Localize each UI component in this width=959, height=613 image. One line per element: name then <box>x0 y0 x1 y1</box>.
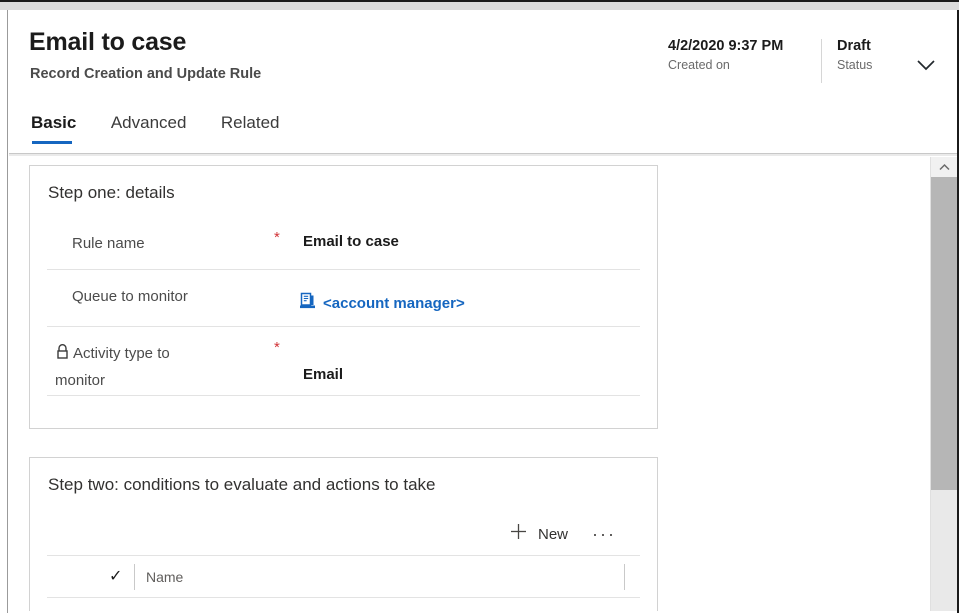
more-icon[interactable]: ··· <box>586 517 622 551</box>
form-tab-list: Basic Advanced Related <box>31 113 310 149</box>
field-label-rule-name: Rule name <box>72 235 145 252</box>
lock-icon <box>55 343 70 368</box>
header-created-on: 4/2/2020 9:37 PM Created on <box>668 36 783 75</box>
app-window: Email to case Record Creation and Update… <box>0 0 959 613</box>
scrollbar-thumb[interactable] <box>931 177 957 490</box>
grid-column-header-name[interactable]: Name <box>146 568 183 587</box>
window-left-border <box>0 10 8 613</box>
chevron-down-icon[interactable] <box>909 50 943 80</box>
grid-column-separator <box>134 564 135 590</box>
field-row-rule-name: Rule name * Email to case <box>47 217 640 270</box>
new-button[interactable]: New <box>501 517 576 551</box>
status-label: Status <box>837 58 873 72</box>
page-title: Email to case <box>29 28 187 56</box>
plus-icon <box>509 522 528 546</box>
page-subtitle: Record Creation and Update Rule <box>30 66 262 82</box>
field-label-activity-type: Activity type to monitor <box>55 341 215 393</box>
field-row-queue-to-monitor: Queue to monitor <account manager> <box>47 270 640 327</box>
grid-command-bar: New ··· <box>47 513 640 555</box>
header-divider <box>821 39 822 83</box>
field-label-queue-to-monitor: Queue to monitor <box>72 288 188 305</box>
field-row-activity-type: Activity type to monitor * Email <box>47 327 640 396</box>
card-step-one: Step one: details Rule name * Email to c… <box>29 165 658 429</box>
tab-advanced[interactable]: Advanced <box>111 113 187 140</box>
field-value-queue-to-monitor[interactable]: <account manager> <box>299 292 465 315</box>
form-header: Email to case Record Creation and Update… <box>9 10 957 154</box>
grid-header-row: ✓ Name <box>47 555 640 598</box>
vertical-scrollbar[interactable] <box>930 157 957 611</box>
card-step-one-title: Step one: details <box>48 183 175 202</box>
tab-basic[interactable]: Basic <box>31 113 76 144</box>
created-on-value: 4/2/2020 9:37 PM <box>668 38 784 54</box>
queue-lookup-link[interactable]: <account manager> <box>323 295 465 312</box>
checkmark-icon[interactable]: ✓ <box>109 568 122 586</box>
tab-related[interactable]: Related <box>221 113 280 140</box>
new-button-label: New <box>537 525 568 543</box>
chevron-up-icon[interactable] <box>931 157 957 177</box>
field-label-activity-type-text: Activity type to monitor <box>55 345 170 389</box>
card-step-two: Step two: conditions to evaluate and act… <box>29 457 658 611</box>
required-indicator-rule-name: * <box>274 229 280 246</box>
grid-column-separator-end <box>624 564 625 590</box>
status-value: Draft <box>837 38 871 54</box>
card-step-two-title: Step two: conditions to evaluate and act… <box>48 475 436 494</box>
window-chrome-strip <box>0 2 959 10</box>
form-body: Step one: details Rule name * Email to c… <box>9 156 930 611</box>
header-status[interactable]: Draft Status <box>837 36 872 75</box>
field-value-rule-name[interactable]: Email to case <box>303 230 399 254</box>
created-on-label: Created on <box>668 58 730 72</box>
field-value-activity-type[interactable]: Email <box>303 363 343 387</box>
scrollbar-track[interactable] <box>931 490 957 611</box>
required-indicator-activity-type: * <box>274 339 280 356</box>
queue-icon <box>299 292 316 315</box>
